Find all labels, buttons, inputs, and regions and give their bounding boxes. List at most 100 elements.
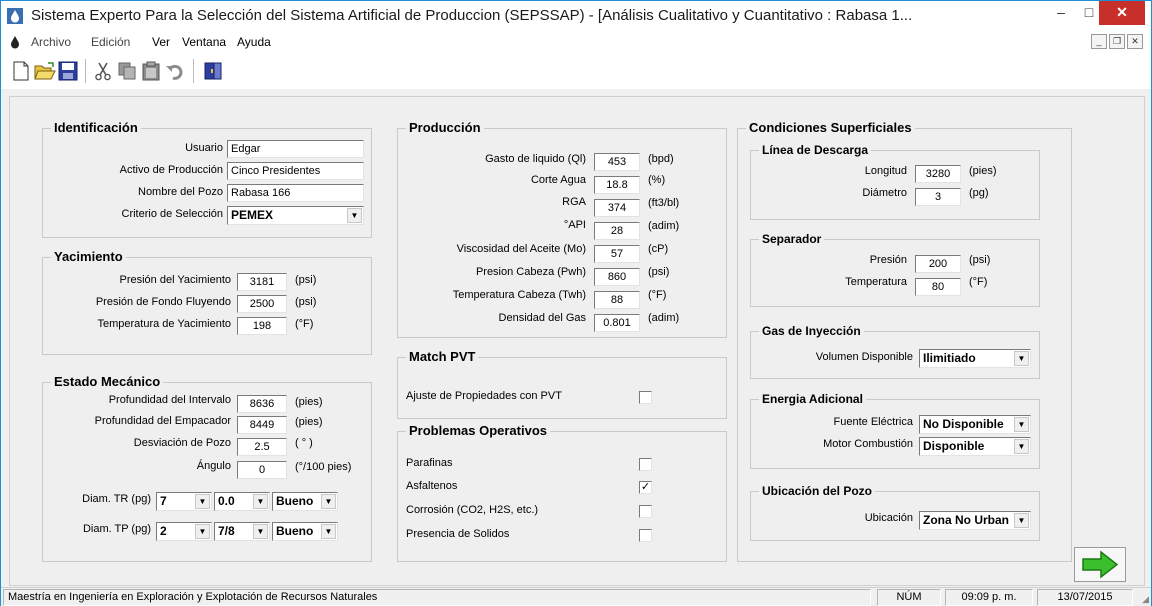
presion-separador-unit: (psi) [969,254,991,266]
document-drop-icon[interactable] [9,35,21,49]
pvt-checkbox[interactable] [639,391,652,404]
fuente-label: Fuente Eléctrica [833,416,913,428]
diametro-field[interactable]: 3 [915,188,961,206]
longitud-unit: (pies) [969,165,997,177]
chevron-down-icon[interactable]: ▼ [321,494,336,509]
chevron-down-icon[interactable]: ▼ [253,524,268,539]
presion-cabeza-field[interactable]: 860 [594,268,640,286]
longitud-field[interactable]: 3280 [915,165,961,183]
solidos-checkbox[interactable] [639,529,652,542]
tr-diameter-select[interactable]: 7 ▼ [156,492,212,511]
undo-button[interactable] [163,59,187,83]
pozo-field[interactable]: Rabasa 166 [227,184,364,202]
tr-condition-value: Bueno [276,494,314,508]
chevron-down-icon[interactable]: ▼ [321,524,336,539]
profundidad-empacador-field[interactable]: 8449 [237,416,287,434]
angulo-field[interactable]: 0 [237,461,287,479]
menu-archivo[interactable]: Archivo [31,35,71,49]
problema-label: Asfaltenos [406,480,458,492]
menu-ventana[interactable]: Ventana [182,35,226,49]
separador-title: Separador [759,232,825,246]
criterio-label: Criterio de Selección [121,208,224,220]
scissors-icon [95,62,111,81]
temperatura-cabeza-field[interactable]: 88 [594,291,640,309]
viscosidad-field[interactable]: 57 [594,245,640,263]
rga-field[interactable]: 374 [594,199,640,217]
tp-diameter-value: 2 [160,524,167,538]
separador-group: Separador Presión 200 (psi) Temperatura … [750,232,1040,307]
produccion-row-unit: (°F) [648,289,667,301]
asfaltenos-checkbox[interactable]: ✓ [639,481,652,494]
chevron-down-icon[interactable]: ▼ [1014,351,1029,366]
mdi-restore-button[interactable]: ❐ [1109,34,1125,49]
presion-yacimiento-field[interactable]: 3181 [237,273,287,291]
paste-button[interactable] [139,59,163,83]
mdi-minimize-button[interactable]: _ [1091,34,1107,49]
chevron-down-icon[interactable]: ▼ [347,208,362,223]
mdi-close-button[interactable]: ✕ [1127,34,1143,49]
copy-icon [118,62,136,80]
tr-fraction-select[interactable]: 0.0 ▼ [214,492,270,511]
temperatura-yacimiento-field[interactable]: 198 [237,317,287,335]
activo-field[interactable]: Cinco Presidentes [227,162,364,180]
next-button[interactable] [1074,547,1126,582]
tr-condition-select[interactable]: Bueno ▼ [272,492,338,511]
corte-agua-field[interactable]: 18.8 [594,176,640,194]
mecanico-row-unit: (pies) [295,396,323,408]
presion-separador-field[interactable]: 200 [915,255,961,273]
yacimiento-row-label: Temperatura de Yacimiento [97,318,232,330]
chevron-down-icon[interactable]: ▼ [195,524,210,539]
volumen-value: Ilimitiado [923,351,976,365]
corrosion-checkbox[interactable] [639,505,652,518]
new-file-button[interactable] [9,59,33,83]
resize-grip-icon[interactable]: ◢ [1142,594,1149,605]
profundidad-intervalo-field[interactable]: 8636 [237,395,287,413]
yacimiento-row-unit: (psi) [295,296,317,308]
close-button[interactable]: ✕ [1099,1,1145,25]
tp-diameter-select[interactable]: 2 ▼ [156,522,212,541]
fuente-select[interactable]: No Disponible ▼ [919,415,1031,434]
chevron-down-icon[interactable]: ▼ [195,494,210,509]
gas-inyeccion-group: Gas de Inyección Volumen Disponible Ilim… [750,324,1040,379]
save-button[interactable] [56,59,80,83]
motor-select[interactable]: Disponible ▼ [919,437,1031,456]
presion-fondo-field[interactable]: 2500 [237,295,287,313]
menu-edicion[interactable]: Edición [91,35,130,49]
new-file-icon [13,61,29,81]
produccion-title: Producción [406,120,484,135]
tp-condition-select[interactable]: Bueno ▼ [272,522,338,541]
parafinas-checkbox[interactable] [639,458,652,471]
densidad-gas-field[interactable]: 0.801 [594,314,640,332]
pozo-label: Nombre del Pozo [138,186,223,198]
chevron-down-icon[interactable]: ▼ [1014,417,1029,432]
temperatura-separador-field[interactable]: 80 [915,278,961,296]
pvt-checkbox-label: Ajuste de Propiedades con PVT [406,390,562,402]
cut-button[interactable] [91,59,115,83]
usuario-field[interactable]: Edgar [227,140,364,158]
menu-ver[interactable]: Ver [152,35,170,49]
tp-condition-value: Bueno [276,524,314,538]
chevron-down-icon[interactable]: ▼ [1014,439,1029,454]
linea-descarga-group: Línea de Descarga Longitud 3280 (pies) D… [750,143,1040,220]
exit-button[interactable] [201,59,225,83]
problema-label: Parafinas [406,457,453,469]
tp-fraction-select[interactable]: 7/8 ▼ [214,522,270,541]
open-folder-button[interactable] [32,59,56,83]
mecanico-row-label: Profundidad del Intervalo [108,394,231,406]
toolbar-separator [85,59,86,83]
desviacion-field[interactable]: 2.5 [237,438,287,456]
api-field[interactable]: 28 [594,222,640,240]
ubicacion-select[interactable]: Zona No Urban ▼ [919,511,1031,530]
menu-ayuda[interactable]: Ayuda [237,35,271,49]
volumen-select[interactable]: Ilimitiado ▼ [919,349,1031,368]
criterio-select[interactable]: PEMEX ▼ [227,206,364,225]
produccion-row-unit: (psi) [648,266,670,278]
chevron-down-icon[interactable]: ▼ [253,494,268,509]
condiciones-superficiales-title: Condiciones Superficiales [746,120,915,135]
copy-button[interactable] [115,59,139,83]
problema-label: Presencia de Solidos [406,528,510,540]
chevron-down-icon[interactable]: ▼ [1014,513,1029,528]
gasto-liquido-field[interactable]: 453 [594,153,640,171]
arrow-right-icon [1082,550,1119,579]
gas-inyeccion-title: Gas de Inyección [759,324,864,338]
